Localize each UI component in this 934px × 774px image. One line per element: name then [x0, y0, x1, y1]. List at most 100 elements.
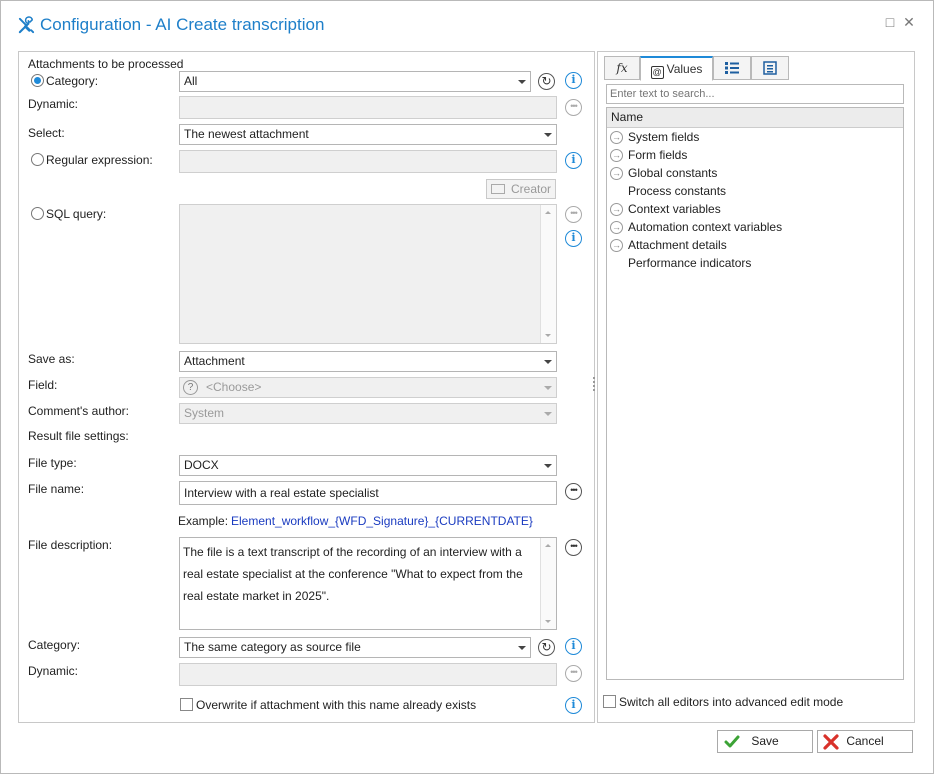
tree-item[interactable]: → Global constants: [610, 166, 900, 184]
tree-item[interactable]: → System fields: [610, 130, 900, 148]
chevron-down-icon: [544, 133, 552, 137]
field-value: <Choose>: [206, 380, 262, 394]
sql-radio[interactable]: [31, 207, 44, 220]
cancel-button[interactable]: Cancel: [817, 730, 913, 753]
expand-arrow-icon[interactable]: →: [610, 149, 623, 162]
sql-label: SQL query:: [46, 207, 107, 221]
tree-item[interactable]: → Attachment details: [610, 238, 900, 256]
dynamic2-label: Dynamic:: [28, 664, 79, 678]
attachments-section-label: Attachments to be processed: [28, 57, 184, 71]
tab-form[interactable]: [751, 56, 789, 80]
expand-arrow-icon[interactable]: →: [610, 239, 623, 252]
maximize-icon[interactable]: □: [882, 14, 898, 30]
checkmark-icon: [724, 735, 740, 748]
info-icon[interactable]: i: [565, 152, 582, 169]
dynamic-label: Dynamic:: [28, 97, 79, 111]
chevron-down-icon: [544, 412, 552, 416]
file-type-dropdown[interactable]: DOCX: [179, 455, 557, 476]
window-title: Configuration - AI Create transcription: [40, 15, 325, 34]
example-value: Element_workflow_{WFD_Signature}_{CURREN…: [231, 514, 533, 528]
category-radio[interactable]: [31, 74, 44, 87]
tab-list[interactable]: [713, 56, 751, 80]
tab-functions[interactable]: fx: [604, 56, 640, 80]
category-value: All: [184, 74, 198, 88]
advanced-mode-checkbox[interactable]: [603, 695, 616, 708]
advanced-mode-label: Switch all editors into advanced edit mo…: [619, 695, 844, 709]
chevron-down-icon: [544, 360, 552, 364]
expand-arrow-icon[interactable]: →: [610, 167, 623, 180]
select-label: Select:: [28, 126, 65, 140]
fx-icon: fx: [616, 61, 628, 75]
save-button[interactable]: Save: [717, 730, 813, 753]
tree-item[interactable]: Process constants: [610, 184, 900, 202]
tab-values[interactable]: @ Values: [640, 56, 713, 81]
regex-label: Regular expression:: [46, 153, 153, 167]
author-dropdown: System: [179, 403, 557, 424]
expand-arrow-icon[interactable]: →: [610, 203, 623, 216]
file-type-label: File type:: [28, 456, 77, 470]
save-as-value: Attachment: [184, 354, 245, 368]
list-icon: [725, 62, 739, 74]
creator-button: Creator: [486, 179, 556, 199]
regex-radio[interactable]: [31, 153, 44, 166]
chevron-down-icon: [518, 646, 526, 650]
value-icon: @: [650, 66, 664, 79]
file-name-value: Interview with a real estate specialist: [184, 486, 379, 500]
save-as-dropdown[interactable]: Attachment: [179, 351, 557, 372]
expand-arrow-icon[interactable]: →: [610, 221, 623, 234]
tree-item-label: Performance indicators: [628, 256, 752, 270]
cancel-x-icon: [823, 734, 839, 750]
file-description-label: File description:: [28, 538, 113, 552]
file-name-label: File name:: [28, 482, 85, 496]
more-icon: •••: [565, 206, 582, 223]
expand-arrow-icon[interactable]: →: [610, 131, 623, 144]
regex-input: [179, 150, 557, 173]
info-icon[interactable]: i: [565, 638, 582, 655]
more-icon[interactable]: •••: [565, 483, 582, 500]
panel-splitter[interactable]: [593, 377, 595, 391]
result-settings-label: Result file settings:: [28, 429, 129, 443]
search-input[interactable]: [606, 84, 904, 104]
refresh-icon[interactable]: ↻: [538, 639, 555, 656]
info-icon[interactable]: i: [565, 230, 582, 247]
more-icon: •••: [565, 665, 582, 682]
sql-textarea: [179, 204, 557, 344]
select-value: The newest attachment: [184, 127, 309, 141]
form-icon: [763, 61, 777, 75]
scrollbar[interactable]: [540, 538, 556, 629]
tree-item[interactable]: → Context variables: [610, 202, 900, 220]
info-icon[interactable]: i: [565, 72, 582, 89]
author-value: System: [184, 406, 225, 420]
category-dropdown[interactable]: All: [179, 71, 531, 92]
save-as-label: Save as:: [28, 352, 75, 366]
file-description-textarea[interactable]: The file is a text transcript of the rec…: [179, 537, 557, 630]
chevron-down-icon: [544, 386, 552, 390]
tree-item[interactable]: Performance indicators: [610, 256, 900, 274]
chevron-down-icon: [544, 464, 552, 468]
dynamic-input: [179, 96, 557, 119]
chevron-down-icon: [518, 80, 526, 84]
info-icon[interactable]: i: [565, 697, 582, 714]
category2-dropdown[interactable]: The same category as source file: [179, 637, 531, 658]
file-type-value: DOCX: [184, 458, 219, 472]
refresh-icon[interactable]: ↻: [538, 73, 555, 90]
tree-item[interactable]: → Form fields: [610, 148, 900, 166]
overwrite-checkbox[interactable]: [180, 698, 193, 711]
tree-item[interactable]: → Automation context variables: [610, 220, 900, 238]
author-label: Comment's author:: [28, 404, 129, 418]
tree-item-label: System fields: [628, 130, 700, 144]
book-icon: [490, 184, 505, 194]
scrollbar: [540, 205, 556, 343]
select-dropdown[interactable]: The newest attachment: [179, 124, 557, 145]
close-icon[interactable]: ✕: [901, 14, 917, 30]
file-name-input[interactable]: Interview with a real estate specialist: [179, 481, 557, 505]
field-label: Field:: [28, 378, 58, 392]
tree-item-label: Process constants: [628, 184, 727, 198]
dynamic2-input: [179, 663, 557, 686]
tree-item-label: Context variables: [628, 202, 721, 216]
overwrite-label: Overwrite if attachment with this name a…: [196, 698, 477, 712]
more-icon[interactable]: •••: [565, 539, 582, 556]
tree-header: Name: [607, 108, 903, 128]
tree-item-label: Automation context variables: [628, 220, 783, 234]
tree-item-label: Attachment details: [628, 238, 727, 252]
